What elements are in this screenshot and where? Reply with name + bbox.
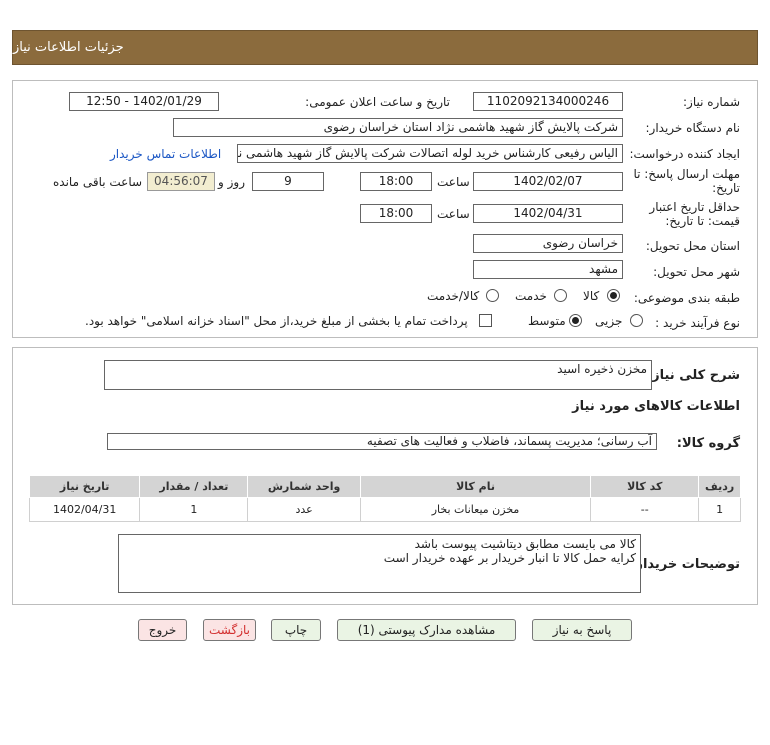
back-button[interactable]: بازگشت — [203, 619, 256, 641]
buyer-contact-link[interactable]: اطلاعات تماس خریدار — [110, 147, 221, 161]
validity-date-field: 1402/04/31 — [473, 204, 623, 223]
page-header: جزئیات اطلاعات نیاز — [12, 30, 758, 65]
process-type-label: نوع فرآیند خرید : — [655, 316, 740, 330]
buyer-notes-field: کالا می بایست مطابق دیتاشیت پیوست باشد ک… — [118, 534, 641, 593]
validity-time-field: 18:00 — [360, 204, 432, 223]
cell-unit: عدد — [247, 497, 361, 522]
validity-time-label: ساعت — [437, 207, 470, 221]
cell-quantity: 1 — [139, 497, 249, 522]
validity-label: حداقل تاریخ اعتبار — [649, 200, 740, 214]
goods-group-field: آب رسانی؛ مدیریت پسماند، فاضلاب و فعالیت… — [107, 433, 657, 450]
col-item-name: نام کالا — [359, 475, 592, 498]
cell-item-code: -- — [590, 497, 700, 522]
days-remaining-field: 9 — [252, 172, 324, 191]
col-unit: واحد شمارش — [247, 475, 361, 498]
deadline-time-label: ساعت — [437, 175, 470, 189]
category-goods-label: کالا — [583, 289, 600, 303]
col-quantity: تعداد / مقدار — [139, 475, 249, 498]
buyer-notes-label: توضیحات خریدار: — [630, 557, 740, 572]
need-number-label: شماره نیاز: — [683, 95, 740, 109]
treasury-payment-checkbox[interactable] — [479, 314, 492, 327]
deadline-time-field: 18:00 — [360, 172, 432, 191]
col-row-number: ردیف — [698, 475, 741, 498]
cell-need-date: 1402/04/31 — [28, 497, 141, 522]
process-medium-radio[interactable] — [569, 314, 582, 327]
process-minor-label: جزیی — [595, 314, 623, 328]
view-attachments-button[interactable]: مشاهده مدارک پیوستی (1) — [337, 619, 516, 641]
announce-datetime-field: 1402/01/29 - 12:50 — [69, 92, 219, 111]
table-row[interactable]: 1 -- مخزن میعانات بخار عدد 1 1402/04/31 — [28, 497, 741, 522]
goods-table: ردیف کد کالا نام کالا واحد شمارش تعداد /… — [28, 475, 741, 522]
category-label: طبقه بندی موضوعی: — [633, 291, 740, 305]
print-button[interactable]: چاپ — [271, 619, 321, 641]
category-service-label: خدمت — [515, 289, 547, 303]
cell-row-number: 1 — [698, 497, 741, 522]
province-label: استان محل تحویل: — [645, 239, 740, 253]
reply-button[interactable]: پاسخ به نیاز — [532, 619, 632, 641]
category-goods-service-radio[interactable] — [486, 289, 499, 302]
col-item-code: کد کالا — [590, 475, 700, 498]
remaining-time-label: ساعت باقی مانده — [53, 175, 143, 189]
goods-info-title: اطلاعات کالاهای مورد نیاز — [572, 399, 740, 414]
col-need-date: تاریخ نیاز — [28, 475, 141, 498]
process-medium-label: متوسط — [528, 314, 566, 328]
cell-item-name: مخزن میعانات بخار — [359, 497, 592, 522]
summary-field: مخزن ذخیره اسید — [104, 360, 652, 390]
table-header-row: ردیف کد کالا نام کالا واحد شمارش تعداد /… — [28, 475, 741, 498]
exit-button[interactable]: خروج — [138, 619, 187, 641]
creator-label: ایجاد کننده درخواست: — [629, 147, 740, 161]
buyer-notes-line-1: کالا می بایست مطابق دیتاشیت پیوست باشد — [414, 537, 636, 551]
announce-label: تاریخ و ساعت اعلان عمومی: — [305, 95, 450, 109]
deadline-date-field: 1402/02/07 — [473, 172, 623, 191]
city-label: شهر محل تحویل: — [653, 265, 740, 279]
goods-group-label: گروه کالا: — [676, 436, 740, 451]
category-service-radio[interactable] — [554, 289, 567, 302]
buyer-org-label: نام دستگاه خریدار: — [645, 121, 741, 135]
days-label: روز و — [218, 175, 245, 189]
deadline-label-date: تاریخ: — [712, 181, 740, 195]
process-minor-radio[interactable] — [630, 314, 643, 327]
city-field: مشهد — [473, 260, 623, 279]
deadline-label: مهلت ارسال پاسخ: تا — [633, 167, 740, 181]
page-title: جزئیات اطلاعات نیاز — [13, 40, 124, 55]
category-goods-radio[interactable] — [607, 289, 620, 302]
category-goods-service-label: کالا/خدمت — [427, 289, 480, 303]
province-field: خراسان رضوی — [473, 234, 623, 253]
summary-label: شرح کلی نیاز: — [646, 368, 740, 383]
buyer-notes-line-2: کرایه حمل کالا تا انبار خریدار بر عهده خ… — [383, 551, 636, 565]
need-number-field: 1102092134000246 — [473, 92, 623, 111]
creator-field: الیاس رفیعی کارشناس خرید لوله اتصالات شر… — [237, 144, 623, 163]
remaining-time-field: 04:56:07 — [147, 172, 215, 191]
treasury-payment-note: پرداخت تمام یا بخشی از مبلغ خرید،از محل … — [85, 314, 468, 328]
validity-label-date: قیمت: تا تاریخ: — [665, 214, 740, 228]
buyer-org-field: شرکت پالایش گاز شهید هاشمی نژاد استان خر… — [173, 118, 623, 137]
